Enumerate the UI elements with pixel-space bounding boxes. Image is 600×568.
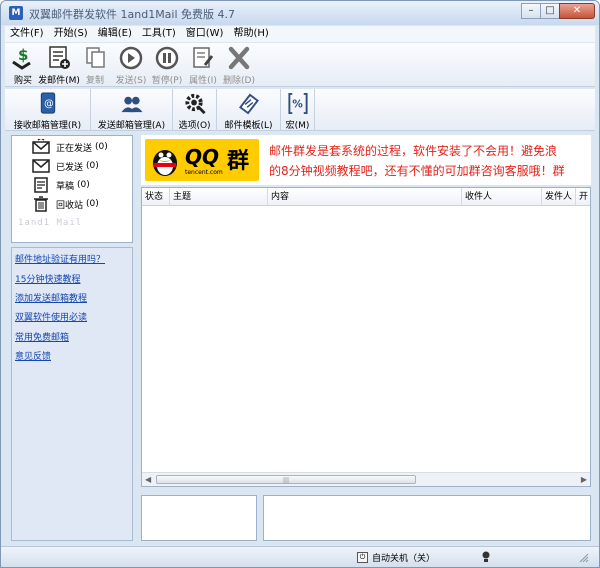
folder-sent[interactable]: 已发送 (0) bbox=[32, 157, 99, 175]
folder-tree: 正在发送 (0) 已发送 (0) 草稿 (0) 回收站 (0) 1and1 Ma… bbox=[11, 135, 133, 243]
app-window: M 双翼邮件群发软件 1and1Mail 免费版 4.7 – □ ✕ 文件(F)… bbox=[0, 0, 600, 568]
receive-mailbox-button[interactable]: @ 接收邮箱管理(R) bbox=[5, 89, 91, 131]
properties-button[interactable]: 属性(I) bbox=[185, 43, 221, 87]
column-start[interactable]: 开 bbox=[576, 188, 590, 206]
sending-icon bbox=[32, 139, 50, 154]
column-content[interactable]: 内容 bbox=[268, 188, 462, 206]
macro-icon: % bbox=[287, 92, 308, 115]
send-mail-icon bbox=[49, 46, 70, 69]
network-status bbox=[481, 551, 491, 563]
horizontal-scrollbar[interactable]: ◀ ||| ▶ bbox=[142, 472, 590, 486]
options-button[interactable]: 选项(O) bbox=[173, 89, 217, 131]
promo-banner[interactable]: QQ 群 tencent.com 邮件群发是套系统的过程，软件安装了不会用！避免… bbox=[141, 135, 591, 185]
grip-icon: ||| bbox=[283, 477, 290, 484]
main-toolbar: $ 购买 发邮件(M) 复制 发送(S) 暂停(P) 属性(I) 删除(D) bbox=[5, 43, 595, 87]
copy-icon bbox=[86, 47, 105, 68]
scrollbar-thumb[interactable]: ||| bbox=[156, 475, 416, 484]
pause-icon bbox=[155, 46, 179, 70]
svg-text:@: @ bbox=[44, 98, 54, 109]
mail-list-grid[interactable]: 状态 主题 内容 收件人 发件人 开 ◀ ||| ▶ bbox=[141, 187, 591, 487]
folder-recycle-bin[interactable]: 回收站 (0) bbox=[32, 195, 99, 213]
penguin-icon bbox=[153, 150, 177, 176]
play-icon bbox=[119, 46, 143, 70]
menu-start[interactable]: 开始(S) bbox=[49, 26, 93, 42]
options-icon bbox=[184, 93, 206, 115]
link-address-verification[interactable]: 邮件地址验证有用吗？ bbox=[15, 252, 105, 265]
status-bar: ⏻ 自动关机（关） bbox=[1, 546, 599, 567]
macro-button[interactable]: % 宏(M) bbox=[281, 89, 315, 131]
recycle-bin-icon bbox=[34, 196, 48, 212]
properties-icon bbox=[193, 47, 214, 68]
receive-mailbox-icon: @ bbox=[40, 92, 55, 114]
send-mailbox-icon bbox=[120, 96, 143, 113]
preview-pane-right[interactable] bbox=[263, 495, 591, 541]
template-icon bbox=[238, 93, 259, 115]
folder-draft[interactable]: 草稿 (0) bbox=[32, 176, 90, 194]
management-toolbar: @ 接收邮箱管理(R) 发送邮箱管理(A) 选项(O) 邮件模板(L) % 宏(… bbox=[5, 89, 595, 131]
link-free-mailboxes[interactable]: 常用免费邮箱 bbox=[15, 330, 69, 343]
pause-button[interactable]: 暂停(P) bbox=[149, 43, 185, 87]
link-feedback[interactable]: 意见反馈 bbox=[15, 349, 51, 362]
resize-grip-icon[interactable] bbox=[579, 553, 589, 563]
send-button[interactable]: 发送(S) bbox=[113, 43, 149, 87]
scroll-left-icon[interactable]: ◀ bbox=[145, 475, 151, 484]
menu-edit[interactable]: 编辑(E) bbox=[93, 26, 137, 42]
menu-help[interactable]: 帮助(H) bbox=[228, 26, 273, 42]
column-sender[interactable]: 发件人 bbox=[542, 188, 576, 206]
minimize-button[interactable]: – bbox=[521, 3, 541, 19]
banner-text-line2: 的8分钟视频教程吧，还有不懂的可加群咨询客服哦！群 bbox=[269, 164, 565, 178]
menu-window[interactable]: 窗口(W) bbox=[181, 26, 229, 42]
buy-icon: $ bbox=[12, 46, 31, 70]
send-mail-button[interactable]: 发邮件(M) bbox=[38, 43, 80, 87]
link-must-read[interactable]: 双翼软件使用必读 bbox=[15, 310, 87, 323]
scroll-right-icon[interactable]: ▶ bbox=[581, 475, 587, 484]
menu-file[interactable]: 文件(F) bbox=[5, 26, 49, 42]
draft-icon bbox=[34, 177, 48, 193]
title-bar[interactable]: M 双翼邮件群发软件 1and1Mail 免费版 4.7 – □ ✕ bbox=[1, 1, 599, 25]
menu-bar: 文件(F) 开始(S) 编辑(E) 工具(T) 窗口(W) 帮助(H) bbox=[5, 26, 595, 42]
mail-template-button[interactable]: 邮件模板(L) bbox=[217, 89, 281, 131]
close-button[interactable]: ✕ bbox=[559, 3, 595, 19]
delete-icon bbox=[228, 46, 250, 70]
auto-shutdown-toggle[interactable]: ⏻ 自动关机（关） bbox=[357, 551, 435, 564]
column-subject[interactable]: 主题 bbox=[170, 188, 268, 206]
copy-button[interactable]: 复制 bbox=[77, 43, 113, 87]
power-icon: ⏻ bbox=[357, 552, 368, 563]
svg-text:$: $ bbox=[18, 46, 28, 64]
menu-tools[interactable]: 工具(T) bbox=[137, 26, 181, 42]
link-quick-tutorial[interactable]: 15分钟快速教程 bbox=[15, 272, 80, 285]
maximize-button[interactable]: □ bbox=[540, 3, 560, 19]
svg-text:%: % bbox=[292, 98, 303, 110]
column-recipient[interactable]: 收件人 bbox=[462, 188, 542, 206]
delete-button[interactable]: 删除(D) bbox=[221, 43, 257, 87]
preview-pane-left[interactable] bbox=[141, 495, 257, 541]
buy-button[interactable]: $ 购买 bbox=[5, 43, 41, 87]
banner-text-line1: 邮件群发是套系统的过程，软件安装了不会用！避免浪 bbox=[269, 144, 558, 158]
network-icon bbox=[482, 551, 490, 562]
link-add-mailbox-tutorial[interactable]: 添加发送邮箱教程 bbox=[15, 291, 87, 304]
window-title: 双翼邮件群发软件 1and1Mail 免费版 4.7 bbox=[29, 8, 236, 21]
help-links-panel: 邮件地址验证有用吗？ 15分钟快速教程 添加发送邮箱教程 双翼软件使用必读 常用… bbox=[11, 247, 133, 541]
send-mailbox-button[interactable]: 发送邮箱管理(A) bbox=[91, 89, 173, 131]
brand-watermark: 1and1 Mail bbox=[18, 218, 83, 228]
grid-header: 状态 主题 内容 收件人 发件人 开 bbox=[142, 188, 590, 206]
sent-icon bbox=[32, 159, 50, 173]
qq-group-logo: QQ 群 tencent.com bbox=[145, 139, 259, 181]
app-logo-icon: M bbox=[9, 6, 23, 20]
column-status[interactable]: 状态 bbox=[142, 188, 170, 206]
folder-sending[interactable]: 正在发送 (0) bbox=[32, 138, 108, 156]
